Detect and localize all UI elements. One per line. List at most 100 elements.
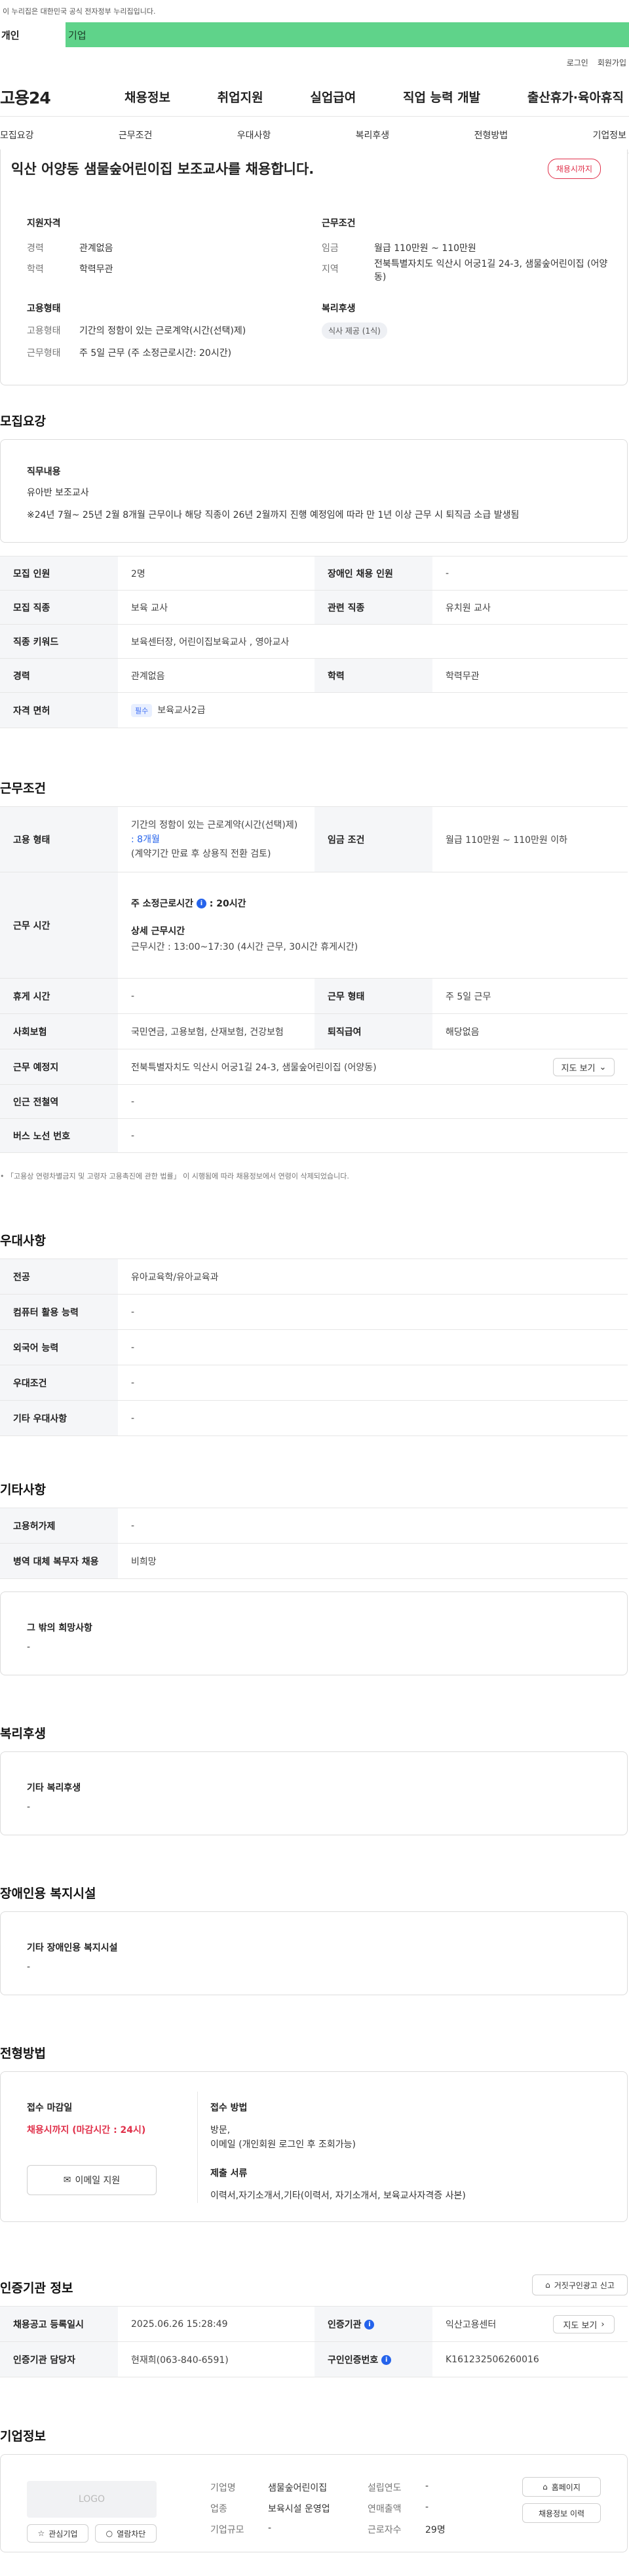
perm-value: -: [118, 1508, 628, 1544]
emp-count-label: 근로자수: [368, 2525, 402, 2535]
recruit-table: 모집 인원 2명 장애인 채용 인원 - 모집 직종 보육 교사 관련 직종 유…: [0, 556, 628, 728]
sales-label: 연매출액: [368, 2504, 402, 2514]
welfare-title: 복리후생: [322, 303, 356, 314]
process-card: 접수 마감일 채용시까지 (마감시간 : 24시) ✉ 이메일 지원 접수 방법 …: [0, 2071, 628, 2222]
deadline-value: 채용시까지 (마감시간 : 24시): [27, 2125, 146, 2136]
wage-value: 월급 110만원 ~ 110만원: [374, 243, 476, 254]
gnb-item-leave[interactable]: 출산휴가·육아휴직: [527, 88, 624, 106]
work-emp-line3: (계약기간 만료 후 상용직 전환 검토): [131, 848, 271, 859]
recruit-heading: 모집요강: [0, 414, 46, 429]
est-value: -: [425, 2481, 429, 2491]
rest-label: 휴게 시간: [0, 978, 118, 1014]
detail-value: 근무시간 : 13:00~17:30 (4시간 근무, 30시간 휴게시간): [131, 941, 358, 952]
disab-title: 기타 장애인용 복지시설: [27, 1943, 118, 1953]
tab-company[interactable]: 기업: [66, 22, 629, 47]
pref-heading: 우대사항: [0, 1234, 46, 1248]
welfare-chip: 식사 제공 (1식): [322, 322, 387, 339]
company-card: LOGO ☆ 관심기업 ○ 열람차단 기업명 샘물숲어린이집 업종 보육시설 운영업…: [0, 2454, 628, 2552]
gnb-item-jobs[interactable]: 채용정보: [124, 88, 170, 106]
org-label-cell: 인증기관 i: [314, 2306, 432, 2342]
duty-title: 직무내용: [27, 467, 61, 477]
size-value: -: [268, 2523, 272, 2533]
mil-value: 비희망: [118, 1543, 628, 1579]
star-icon: ☆: [37, 2529, 45, 2538]
disabled-label: 장애인 채용 인원: [314, 556, 432, 591]
worktype-value: 주 5일 근무 (주 소정근로시간: 20시간): [79, 348, 232, 359]
mgr-label: 인증기관 담당자: [0, 2341, 118, 2377]
global-nav: 고용24 채용정보 취업지원 실업급여 직업 능력 개발 출산휴가·육아휴직: [0, 77, 629, 117]
welfare-etc-title: 기타 복리후생: [27, 1783, 81, 1793]
anchor-work[interactable]: 근무조건: [119, 128, 153, 142]
rec-career-value: 관계없음: [118, 658, 314, 693]
gnb-item-training[interactable]: 직업 능력 개발: [403, 88, 480, 106]
disab-heading: 장애인용 복지시설: [0, 1886, 96, 1901]
count-value: 2명: [118, 556, 314, 591]
anchor-pref[interactable]: 우대사항: [237, 128, 271, 142]
cert-table: 채용공고 등록일시 2025.06.26 15:28:49 인증기관 i 익산고…: [0, 2306, 628, 2377]
block-icon: ○: [105, 2529, 113, 2538]
wish-title: 그 밖의 희망사항: [27, 1623, 92, 1633]
info-icon[interactable]: i: [364, 2320, 375, 2330]
homepage-label: 홈페이지: [551, 2482, 581, 2492]
anchor-welfare[interactable]: 복리후생: [356, 128, 390, 142]
rec-career-label: 경력: [0, 658, 118, 693]
sev-label: 퇴직급여: [314, 1013, 432, 1049]
block-button[interactable]: ○ 열람차단: [95, 2524, 157, 2543]
sales-value: -: [425, 2502, 429, 2512]
method-line1: 방문,: [210, 2125, 231, 2136]
pref-cond-value: -: [118, 1365, 628, 1401]
map-button[interactable]: 지도 보기 ⌄: [553, 1058, 615, 1076]
license-value: 보육교사2급: [157, 705, 206, 716]
homepage-button[interactable]: ⌂ 홈페이지: [522, 2477, 601, 2497]
chevron-down-icon: ⌄: [599, 1062, 607, 1072]
rec-edu-value: 학력무관: [432, 658, 628, 693]
work-emp-line1: 기간의 정함이 있는 근로계약(시간(선택)제): [131, 819, 298, 830]
ins-value: 국민연금, 고용보험, 산재보험, 건강보험: [118, 1013, 314, 1049]
detail-title: 상세 근무시간: [131, 926, 185, 937]
site-logo[interactable]: 고용24: [0, 85, 124, 109]
form-label: 근무 형태: [314, 978, 432, 1014]
ind-label: 업종: [210, 2504, 227, 2514]
info-icon[interactable]: i: [196, 899, 206, 908]
gnb-item-benefit[interactable]: 실업급여: [310, 88, 356, 106]
gnb-item-support[interactable]: 취업지원: [218, 88, 263, 106]
login-link[interactable]: 로그인: [567, 57, 588, 68]
name-value: 샘물숲어린이집: [268, 2483, 328, 2493]
block-label: 열람차단: [117, 2529, 146, 2539]
welfare-etc-value: -: [27, 1802, 31, 1812]
tab-personal[interactable]: 개인: [0, 22, 66, 47]
fav-company-button[interactable]: ☆ 관심기업: [27, 2524, 88, 2543]
email-apply-label: 이메일 지원: [75, 2176, 121, 2186]
anchor-recruit[interactable]: 모집요강: [0, 128, 34, 142]
lang-label: 외국어 능력: [0, 1329, 118, 1365]
wagecond-label: 임금 조건: [314, 806, 432, 872]
anchor-process[interactable]: 전형방법: [474, 128, 508, 142]
org-map-button[interactable]: 지도 보기 ›: [553, 2315, 615, 2333]
report-icon: ⌂: [545, 2280, 550, 2290]
ind-value: 보육시설 운영업: [268, 2504, 330, 2514]
report-button[interactable]: ⌂ 거짓구인광고 신고: [532, 2274, 628, 2295]
method-line2: 이메일 (개인회원 로그인 후 조회가능): [210, 2139, 356, 2150]
welfare-card: 기타 복리후생 -: [0, 1751, 628, 1835]
rec-edu-label: 학력: [314, 658, 432, 693]
worktype-label: 근무형태: [27, 348, 61, 359]
wish-value: -: [27, 1642, 31, 1652]
place-value: 전북특별자치도 익산시 어궁1길 24-3, 샘물숲어린이집 (어양동): [131, 1062, 377, 1073]
kw-label: 직종 키워드: [0, 624, 118, 659]
required-tag: 필수: [131, 704, 153, 717]
process-heading: 전형방법: [0, 2046, 46, 2061]
num-label-cell: 구인인증번호 i: [314, 2341, 432, 2377]
num-label: 구인인증번호: [328, 2354, 379, 2366]
place-cell: 전북특별자치도 익산시 어궁1길 24-3, 샘물숲어린이집 (어양동) 지도 …: [118, 1049, 628, 1085]
perm-label: 고용허가제: [0, 1508, 118, 1544]
email-apply-button[interactable]: ✉ 이메일 지원: [27, 2165, 157, 2195]
qual-title: 지원자격: [27, 218, 61, 229]
hours-title: 주 소정근로시간: [131, 898, 194, 909]
other-heading: 기타사항: [0, 1483, 46, 1497]
history-button[interactable]: 채용정보 이력: [522, 2503, 601, 2523]
bus-label: 버스 노선 번호: [0, 1118, 118, 1153]
info-icon[interactable]: i: [381, 2355, 392, 2365]
user-type-tabs: 개인 기업: [0, 22, 629, 47]
join-link[interactable]: 회원가입: [598, 57, 626, 68]
anchor-company[interactable]: 기업정보: [592, 128, 626, 142]
